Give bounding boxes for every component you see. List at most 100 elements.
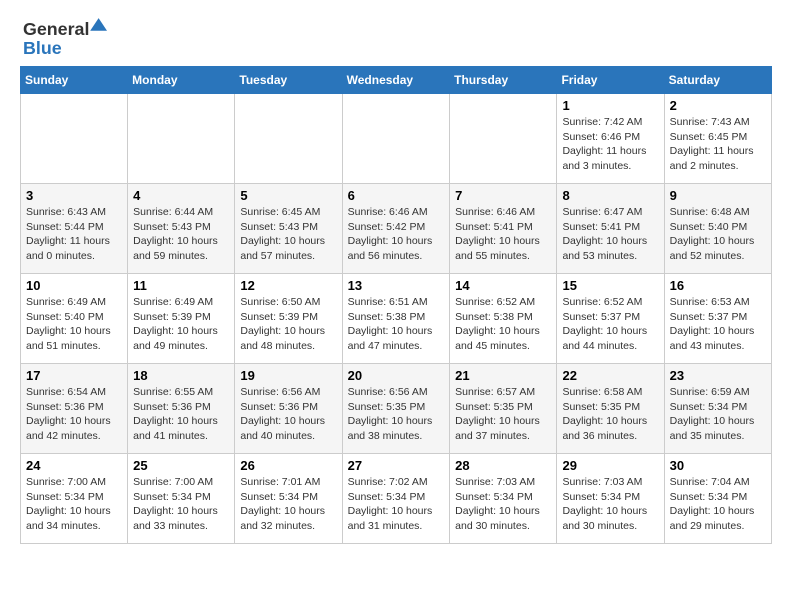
calendar-table: SundayMondayTuesdayWednesdayThursdayFrid… [20, 66, 772, 544]
day-number: 28 [455, 458, 551, 473]
calendar-week-4: 17 Sunrise: 6:54 AM Sunset: 5:36 PM Dayli… [21, 364, 772, 454]
day-number: 25 [133, 458, 229, 473]
day-info: Sunrise: 7:03 AM Sunset: 5:34 PM Dayligh… [562, 475, 658, 534]
day-number: 12 [240, 278, 336, 293]
day-number: 6 [348, 188, 445, 203]
calendar-cell: 27Sunrise: 7:02 AM Sunset: 5:34 PM Dayli… [342, 454, 450, 544]
day-number: 8 [562, 188, 658, 203]
day-info: Sunrise: 7:00 AM Sunset: 5:34 PM Dayligh… [26, 475, 122, 534]
calendar-cell: 14 Sunrise: 6:52 AM Sunset: 5:38 PM Dayli… [450, 274, 557, 364]
day-number: 10 [26, 278, 122, 293]
calendar-cell: 12 Sunrise: 6:50 AM Sunset: 5:39 PM Dayli… [235, 274, 342, 364]
day-info: Sunrise: 6:49 AM Sunset: 5:39 PM Dayligh… [133, 295, 229, 354]
day-info: Sunrise: 6:49 AM Sunset: 5:40 PM Dayligh… [26, 295, 122, 354]
day-info: Sunrise: 6:45 AM Sunset: 5:43 PM Dayligh… [240, 205, 336, 264]
svg-text:Blue: Blue [23, 38, 62, 58]
day-info: Sunrise: 7:04 AM Sunset: 5:34 PM Dayligh… [670, 475, 766, 534]
day-number: 23 [670, 368, 766, 383]
calendar-cell: 25 Sunrise: 7:00 AM Sunset: 5:34 PM Dayli… [128, 454, 235, 544]
day-number: 9 [670, 188, 766, 203]
calendar-cell: 3Sunrise: 6:43 AM Sunset: 5:44 PM Daylig… [21, 184, 128, 274]
calendar-cell: 1Sunrise: 7:42 AM Sunset: 6:46 PM Daylig… [557, 94, 664, 184]
day-info: Sunrise: 6:48 AM Sunset: 5:40 PM Dayligh… [670, 205, 766, 264]
calendar-cell: 26 Sunrise: 7:01 AM Sunset: 5:34 PM Dayli… [235, 454, 342, 544]
calendar-cell: 15Sunrise: 6:52 AM Sunset: 5:37 PM Dayli… [557, 274, 664, 364]
day-info: Sunrise: 7:42 AM Sunset: 6:46 PM Dayligh… [562, 115, 658, 174]
calendar-cell: 28 Sunrise: 7:03 AM Sunset: 5:34 PM Dayli… [450, 454, 557, 544]
day-info: Sunrise: 7:03 AM Sunset: 5:34 PM Dayligh… [455, 475, 551, 534]
calendar-header-friday: Friday [557, 67, 664, 94]
day-info: Sunrise: 6:56 AM Sunset: 5:36 PM Dayligh… [240, 385, 336, 444]
calendar-cell: 20Sunrise: 6:56 AM Sunset: 5:35 PM Dayli… [342, 364, 450, 454]
calendar-cell: 19 Sunrise: 6:56 AM Sunset: 5:36 PM Dayli… [235, 364, 342, 454]
day-number: 14 [455, 278, 551, 293]
day-number: 21 [455, 368, 551, 383]
day-number: 7 [455, 188, 551, 203]
day-info: Sunrise: 6:59 AM Sunset: 5:34 PM Dayligh… [670, 385, 766, 444]
calendar-cell [450, 94, 557, 184]
calendar-cell: 18 Sunrise: 6:55 AM Sunset: 5:36 PM Dayli… [128, 364, 235, 454]
calendar-header-wednesday: Wednesday [342, 67, 450, 94]
calendar-cell: 23 Sunrise: 6:59 AM Sunset: 5:34 PM Dayli… [664, 364, 771, 454]
day-info: Sunrise: 6:52 AM Sunset: 5:38 PM Dayligh… [455, 295, 551, 354]
logo-svg: General Blue [20, 16, 110, 58]
day-number: 4 [133, 188, 229, 203]
calendar-cell: 17 Sunrise: 6:54 AM Sunset: 5:36 PM Dayli… [21, 364, 128, 454]
calendar-week-5: 24 Sunrise: 7:00 AM Sunset: 5:34 PM Dayli… [21, 454, 772, 544]
day-number: 19 [240, 368, 336, 383]
day-number: 27 [348, 458, 445, 473]
calendar-cell: 6 Sunrise: 6:46 AM Sunset: 5:42 PM Daylig… [342, 184, 450, 274]
calendar-cell: 9 Sunrise: 6:48 AM Sunset: 5:40 PM Daylig… [664, 184, 771, 274]
day-info: Sunrise: 6:51 AM Sunset: 5:38 PM Dayligh… [348, 295, 445, 354]
day-info: Sunrise: 6:54 AM Sunset: 5:36 PM Dayligh… [26, 385, 122, 444]
calendar-week-3: 10 Sunrise: 6:49 AM Sunset: 5:40 PM Dayli… [21, 274, 772, 364]
day-number: 16 [670, 278, 766, 293]
calendar-cell [21, 94, 128, 184]
calendar-header-row: SundayMondayTuesdayWednesdayThursdayFrid… [21, 67, 772, 94]
day-number: 29 [562, 458, 658, 473]
day-info: Sunrise: 6:43 AM Sunset: 5:44 PM Dayligh… [26, 205, 122, 264]
day-number: 17 [26, 368, 122, 383]
calendar-header-monday: Monday [128, 67, 235, 94]
day-info: Sunrise: 6:56 AM Sunset: 5:35 PM Dayligh… [348, 385, 445, 444]
logo: General Blue [20, 16, 110, 58]
day-number: 24 [26, 458, 122, 473]
calendar-cell: 11 Sunrise: 6:49 AM Sunset: 5:39 PM Dayli… [128, 274, 235, 364]
day-number: 18 [133, 368, 229, 383]
day-number: 11 [133, 278, 229, 293]
day-number: 26 [240, 458, 336, 473]
day-info: Sunrise: 6:55 AM Sunset: 5:36 PM Dayligh… [133, 385, 229, 444]
day-info: Sunrise: 7:00 AM Sunset: 5:34 PM Dayligh… [133, 475, 229, 534]
day-number: 2 [670, 98, 766, 113]
calendar-cell: 8Sunrise: 6:47 AM Sunset: 5:41 PM Daylig… [557, 184, 664, 274]
day-number: 22 [562, 368, 658, 383]
day-info: Sunrise: 6:46 AM Sunset: 5:42 PM Dayligh… [348, 205, 445, 264]
day-info: Sunrise: 6:46 AM Sunset: 5:41 PM Dayligh… [455, 205, 551, 264]
calendar-cell [235, 94, 342, 184]
calendar-cell: 29 Sunrise: 7:03 AM Sunset: 5:34 PM Dayli… [557, 454, 664, 544]
calendar-cell: 22 Sunrise: 6:58 AM Sunset: 5:35 PM Dayli… [557, 364, 664, 454]
calendar-cell: 16 Sunrise: 6:53 AM Sunset: 5:37 PM Dayli… [664, 274, 771, 364]
calendar-header-tuesday: Tuesday [235, 67, 342, 94]
calendar-cell: 5Sunrise: 6:45 AM Sunset: 5:43 PM Daylig… [235, 184, 342, 274]
day-number: 13 [348, 278, 445, 293]
calendar-header-sunday: Sunday [21, 67, 128, 94]
day-number: 30 [670, 458, 766, 473]
day-info: Sunrise: 6:50 AM Sunset: 5:39 PM Dayligh… [240, 295, 336, 354]
page-header: General Blue [20, 16, 772, 58]
calendar-cell: 2 Sunrise: 7:43 AM Sunset: 6:45 PM Daylig… [664, 94, 771, 184]
calendar-cell: 13 Sunrise: 6:51 AM Sunset: 5:38 PM Dayli… [342, 274, 450, 364]
calendar-cell [128, 94, 235, 184]
svg-text:General: General [23, 19, 89, 39]
calendar-cell: 7 Sunrise: 6:46 AM Sunset: 5:41 PM Daylig… [450, 184, 557, 274]
calendar-cell: 4Sunrise: 6:44 AM Sunset: 5:43 PM Daylig… [128, 184, 235, 274]
calendar-cell [342, 94, 450, 184]
calendar-cell: 21Sunrise: 6:57 AM Sunset: 5:35 PM Dayli… [450, 364, 557, 454]
day-info: Sunrise: 6:53 AM Sunset: 5:37 PM Dayligh… [670, 295, 766, 354]
calendar-cell: 24 Sunrise: 7:00 AM Sunset: 5:34 PM Dayli… [21, 454, 128, 544]
calendar-cell: 30 Sunrise: 7:04 AM Sunset: 5:34 PM Dayli… [664, 454, 771, 544]
calendar-header-thursday: Thursday [450, 67, 557, 94]
day-info: Sunrise: 7:01 AM Sunset: 5:34 PM Dayligh… [240, 475, 336, 534]
day-info: Sunrise: 6:58 AM Sunset: 5:35 PM Dayligh… [562, 385, 658, 444]
day-info: Sunrise: 7:43 AM Sunset: 6:45 PM Dayligh… [670, 115, 766, 174]
